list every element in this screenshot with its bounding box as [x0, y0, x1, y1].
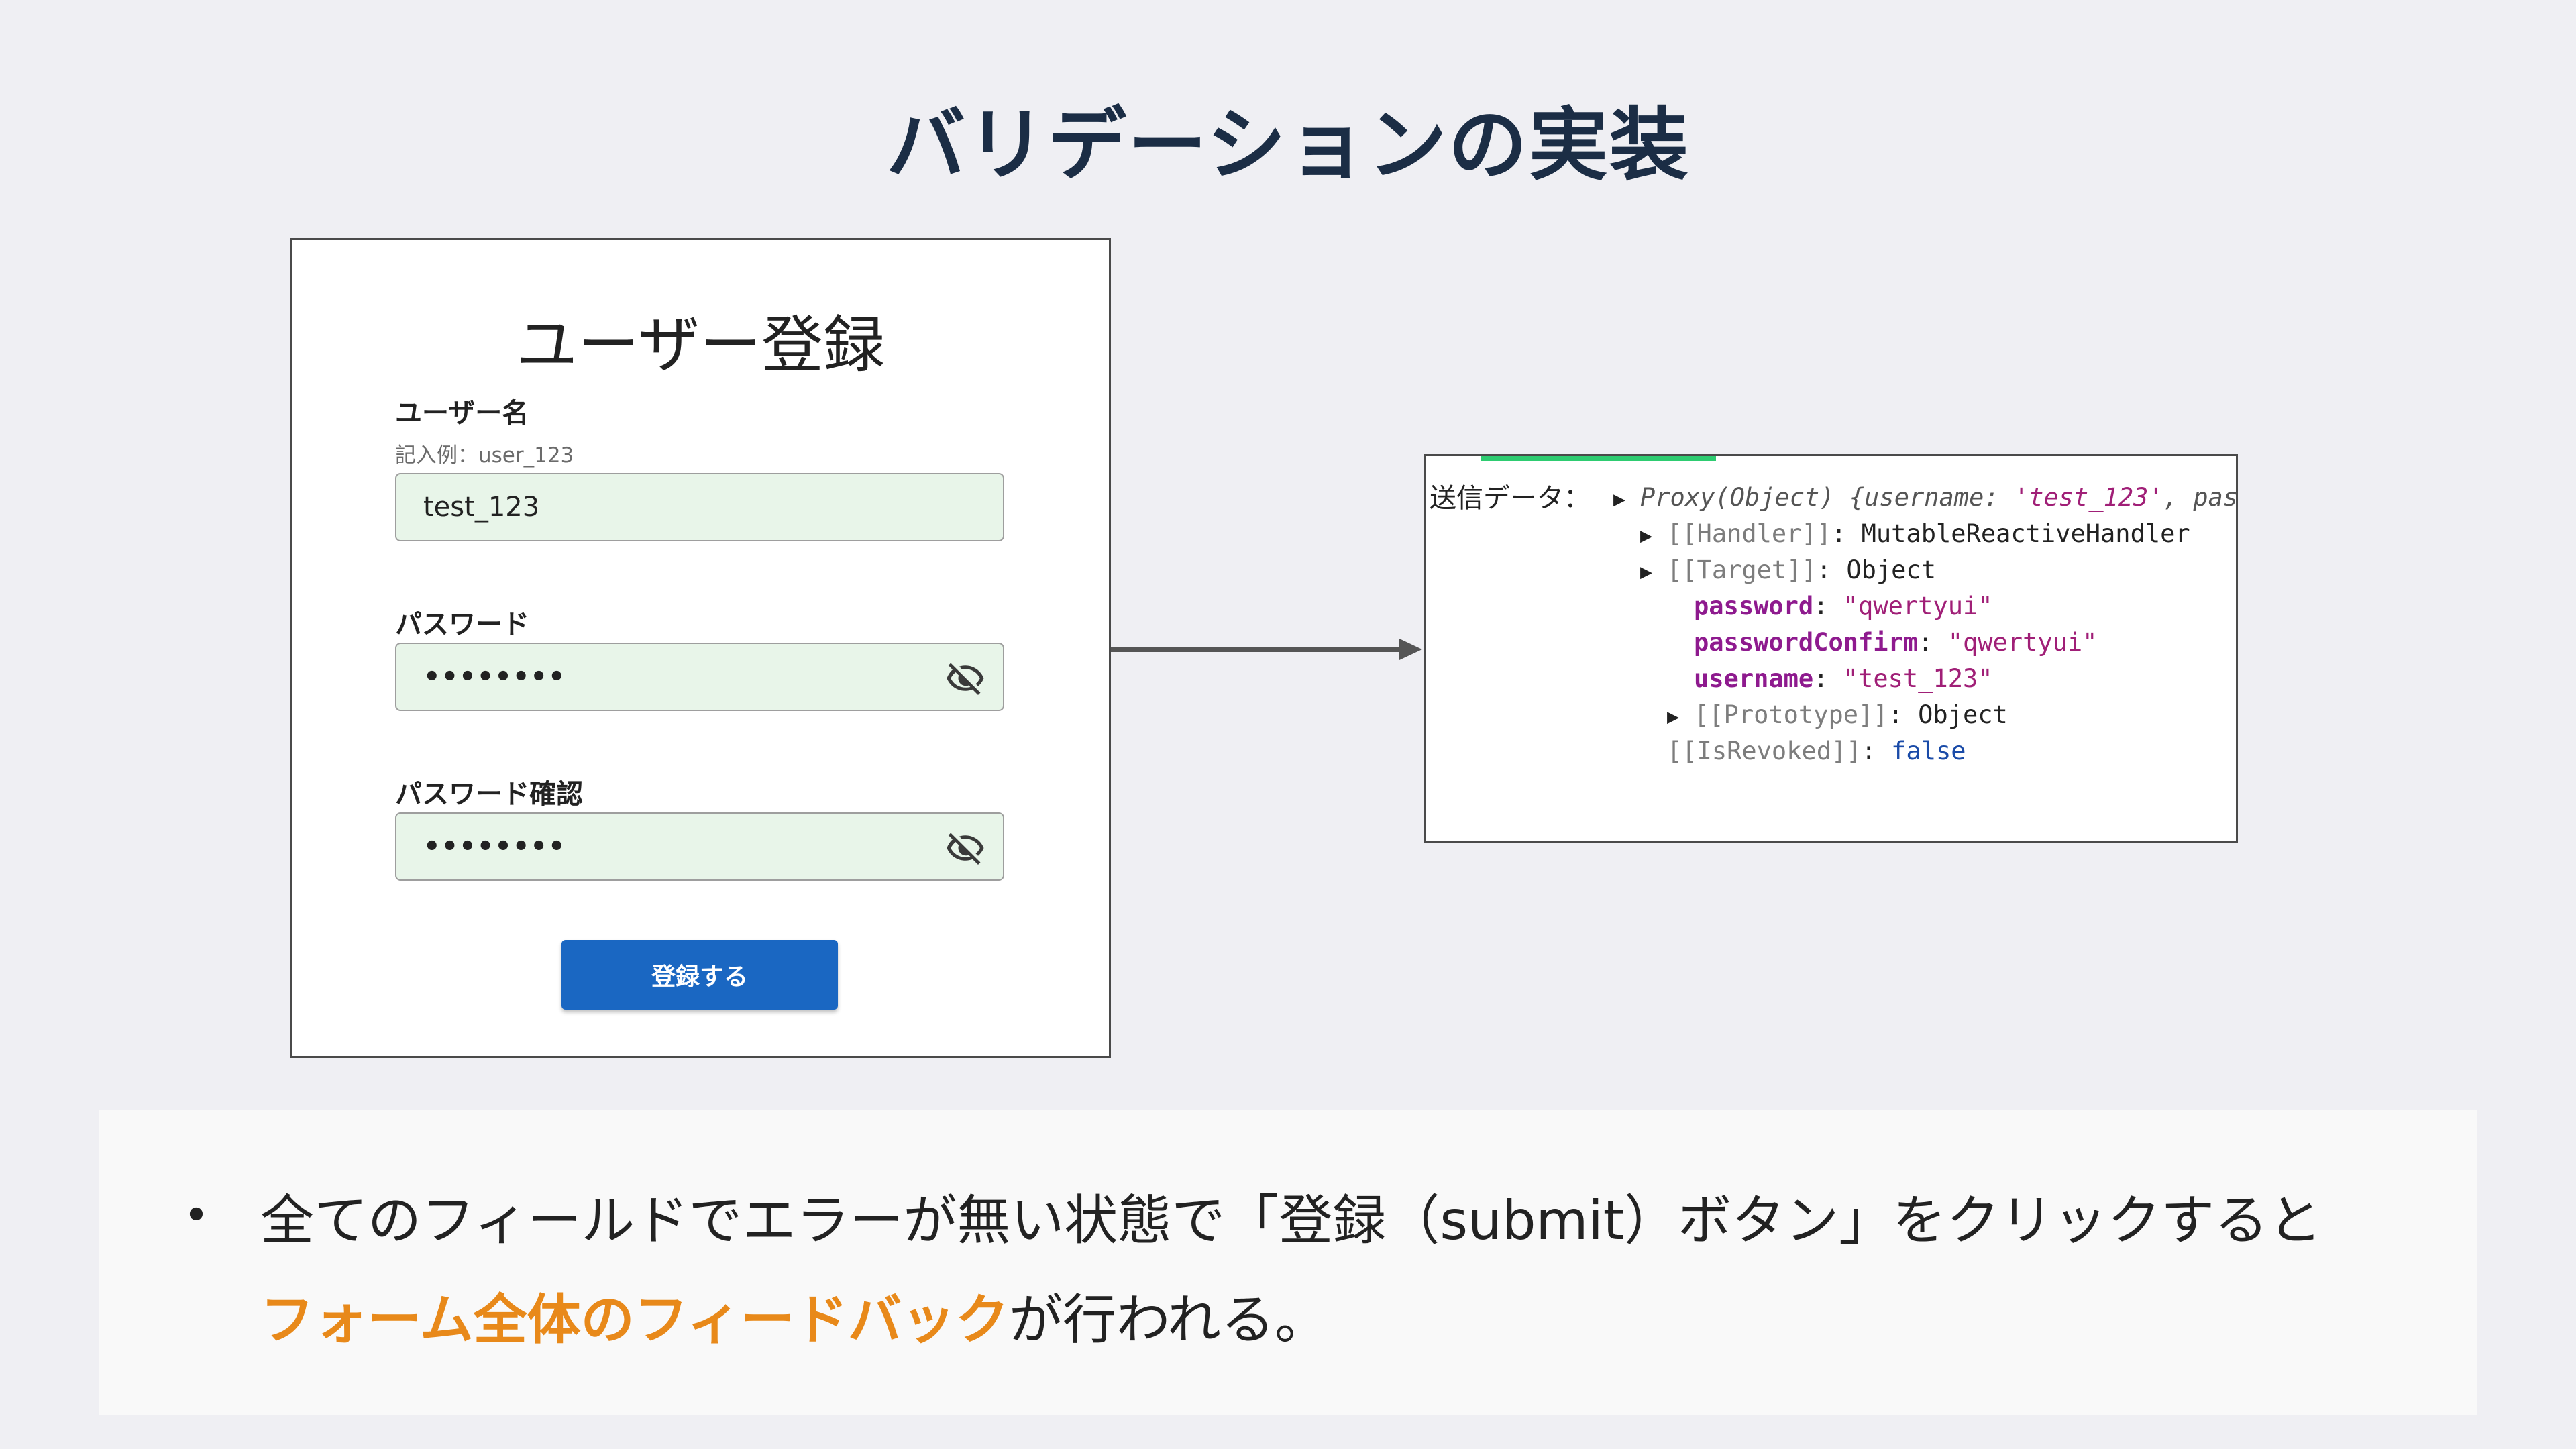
explanation-box: • 全てのフィールドでエラーが無い状態で「登録（submit）ボタン」をクリック… [99, 1110, 2477, 1415]
explanation-line-1: 全てのフィールドでエラーが無い状態で「登録（submit）ボタン」をクリックする… [260, 1189, 2322, 1252]
bullet: • [183, 1189, 209, 1241]
highlight-text: フォーム全体のフィードバック [260, 1289, 1009, 1351]
username-label: ユーザー名 [395, 398, 529, 429]
registration-form-panel: ユーザー登録 ユーザー名 記入例：user_123 test_123 パスワード… [290, 238, 1111, 1058]
console-prop-line: passwordConfirm: "qwertyui" [1694, 628, 2098, 657]
username-input-value: test_123 [423, 492, 540, 523]
password-confirm-label: パスワード確認 [395, 779, 583, 810]
password-confirm-input-value: •••••••• [423, 831, 566, 862]
username-input[interactable]: test_123 [395, 473, 1004, 541]
console-prop-line: password: "qwertyui" [1694, 592, 1993, 621]
eye-off-icon[interactable] [945, 828, 985, 868]
submit-button[interactable]: 登録する [561, 940, 838, 1010]
expand-triangle-icon[interactable]: ▶ [1667, 705, 1694, 729]
console-label: 送信データ： [1430, 483, 1591, 514]
console-revoked-line: [[IsRevoked]]: false [1667, 737, 1966, 765]
console-accent-bar [1481, 456, 1716, 461]
console-output-panel: 送信データ： ▶ Proxy(Object) {username: 'test_1… [1424, 454, 2238, 843]
console-prop-line: username: "test_123" [1694, 664, 1993, 693]
explanation-line-2-rest: が行われる。 [1009, 1289, 1328, 1351]
expand-triangle-icon[interactable]: ▶ [1613, 488, 1640, 511]
console-proxy-line[interactable]: ▶ Proxy(Object) {username: 'test_123', pa… [1613, 483, 2236, 512]
password-input-value: •••••••• [423, 661, 566, 692]
console-handler-line[interactable]: ▶ [[Handler]]: MutableReactiveHandler [1640, 519, 2190, 548]
password-confirm-input[interactable]: •••••••• [395, 812, 1004, 881]
password-input[interactable]: •••••••• [395, 643, 1004, 711]
username-hint: 記入例：user_123 [395, 443, 574, 468]
console-prototype-line[interactable]: ▶ [[Prototype]]: Object [1667, 700, 2008, 729]
expand-triangle-icon[interactable]: ▶ [1640, 524, 1667, 547]
eye-off-icon[interactable] [945, 658, 985, 698]
expand-triangle-icon[interactable]: ▶ [1640, 560, 1667, 584]
password-label: パスワード [395, 609, 529, 640]
console-target-line[interactable]: ▶ [[Target]]: Object [1640, 555, 1936, 584]
slide-title: バリデーションの実装 [886, 99, 1690, 191]
arrow-connector [1111, 639, 1422, 660]
form-title: ユーザー登録 [515, 309, 885, 381]
explanation-line-2: フォーム全体のフィードバックが行われる。 [260, 1277, 1328, 1354]
